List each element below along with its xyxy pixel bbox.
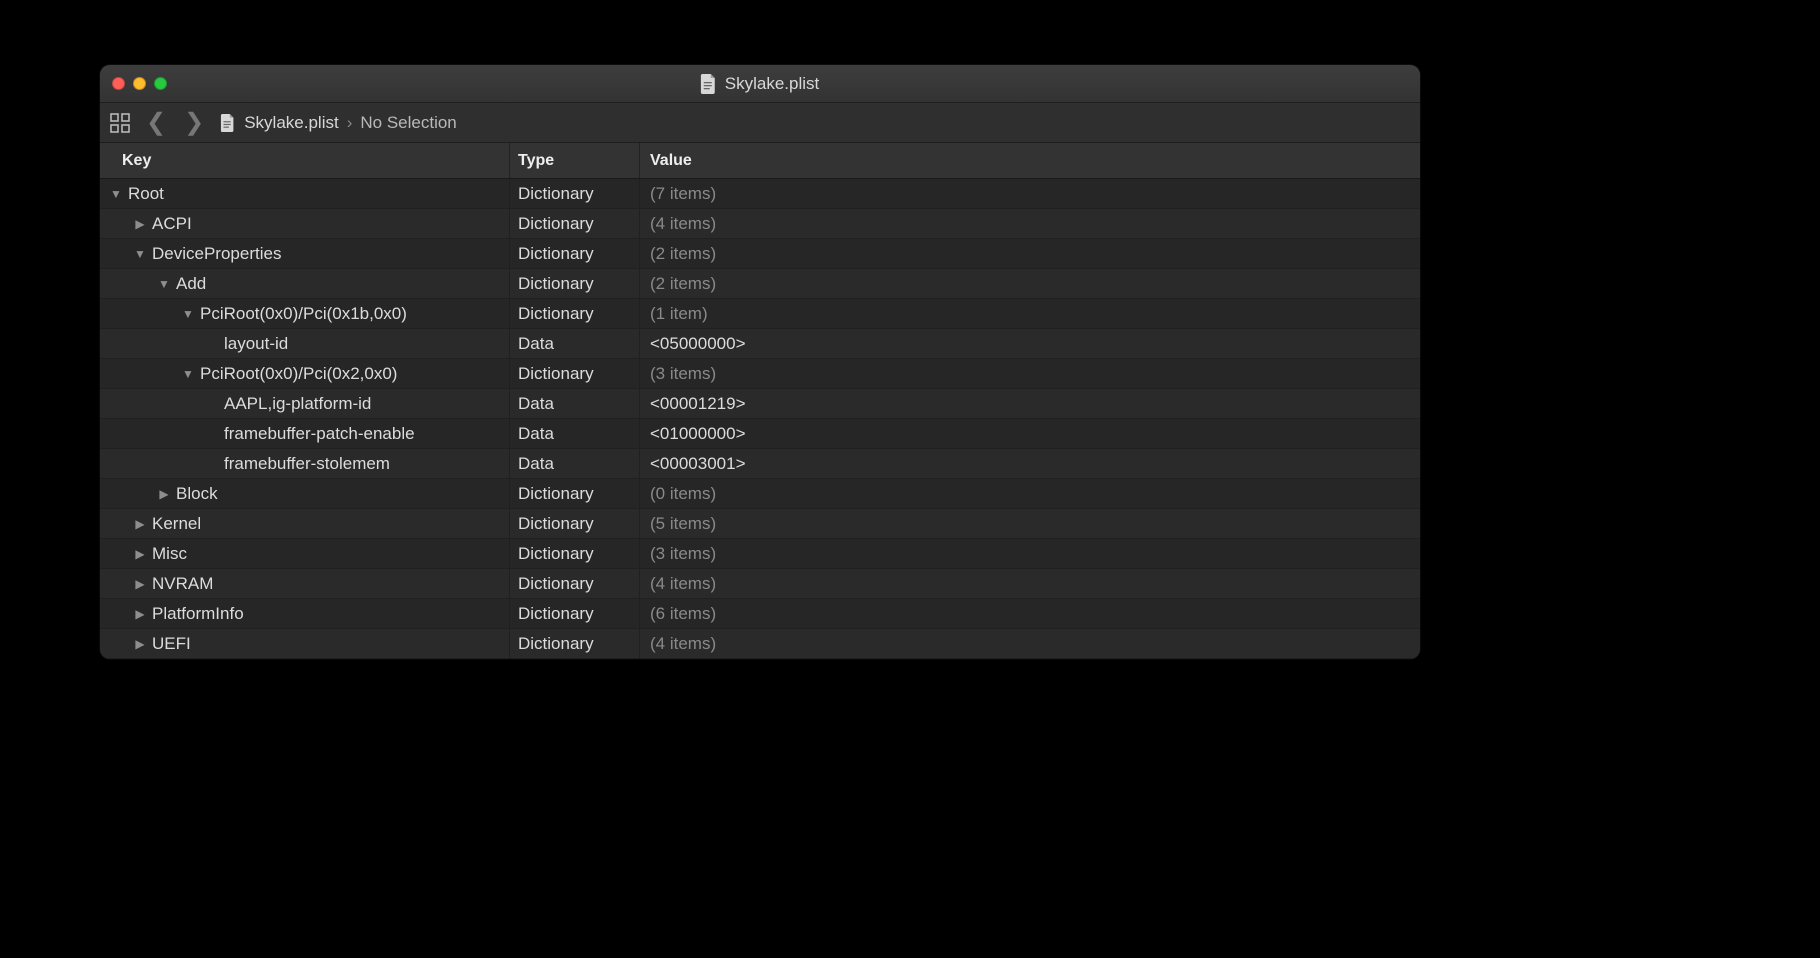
row-type[interactable]: Data	[518, 424, 554, 444]
row-type[interactable]: Dictionary	[518, 364, 594, 384]
row-type[interactable]: Dictionary	[518, 484, 594, 504]
row-key[interactable]: Block	[176, 484, 218, 504]
table-row[interactable]: ▶ PlatformInfo Dictionary (6 items)	[100, 599, 1420, 629]
table-row[interactable]: AAPL,ig-platform-id Data <00001219>	[100, 389, 1420, 419]
column-header-type[interactable]: Type	[510, 143, 640, 178]
column-header-key[interactable]: Key	[100, 143, 510, 178]
column-header-value[interactable]: Value	[640, 143, 1420, 178]
row-type[interactable]: Dictionary	[518, 514, 594, 534]
row-type[interactable]: Dictionary	[518, 244, 594, 264]
document-icon	[701, 74, 717, 94]
breadcrumb-selection[interactable]: No Selection	[360, 113, 456, 133]
row-key[interactable]: Kernel	[152, 514, 201, 534]
table-row[interactable]: ▼ PciRoot(0x0)/Pci(0x1b,0x0) Dictionary (1 …	[100, 299, 1420, 329]
row-value[interactable]: (5 items)	[650, 514, 716, 534]
disclosure-closed-icon[interactable]: ▶	[158, 487, 170, 501]
disclosure-open-icon[interactable]: ▼	[182, 307, 194, 321]
row-key[interactable]: PciRoot(0x0)/Pci(0x1b,0x0)	[200, 304, 407, 324]
close-button[interactable]	[112, 77, 125, 90]
disclosure-closed-icon[interactable]: ▶	[134, 637, 146, 651]
row-value[interactable]: (4 items)	[650, 634, 716, 654]
row-type[interactable]: Dictionary	[518, 304, 594, 324]
row-key[interactable]: NVRAM	[152, 574, 213, 594]
table-row[interactable]: framebuffer-patch-enable Data <01000000>	[100, 419, 1420, 449]
row-value[interactable]: (2 items)	[650, 274, 716, 294]
disclosure-closed-icon[interactable]: ▶	[134, 217, 146, 231]
breadcrumb-file[interactable]: Skylake.plist	[244, 113, 338, 133]
column-header-row: Key Type Value	[100, 143, 1420, 179]
disclosure-open-icon[interactable]: ▼	[158, 277, 170, 291]
disclosure-closed-icon[interactable]: ▶	[134, 607, 146, 621]
table-row[interactable]: ▼ Root Dictionary (7 items)	[100, 179, 1420, 209]
row-key[interactable]: UEFI	[152, 634, 191, 654]
row-key[interactable]: Misc	[152, 544, 187, 564]
row-value[interactable]: (4 items)	[650, 574, 716, 594]
disclosure-open-icon[interactable]: ▼	[110, 187, 122, 201]
row-type[interactable]: Dictionary	[518, 574, 594, 594]
row-key[interactable]: DeviceProperties	[152, 244, 281, 264]
table-row[interactable]: ▶ Kernel Dictionary (5 items)	[100, 509, 1420, 539]
row-key[interactable]: AAPL,ig-platform-id	[224, 394, 371, 414]
row-type[interactable]: Dictionary	[518, 184, 594, 204]
minimize-button[interactable]	[133, 77, 146, 90]
row-type[interactable]: Data	[518, 454, 554, 474]
row-value[interactable]: (3 items)	[650, 544, 716, 564]
table-row[interactable]: ▶ Block Dictionary (0 items)	[100, 479, 1420, 509]
table-row[interactable]: ▶ UEFI Dictionary (4 items)	[100, 629, 1420, 659]
row-key[interactable]: Root	[128, 184, 164, 204]
document-icon	[221, 114, 235, 132]
row-value[interactable]: <00003001>	[650, 454, 746, 474]
row-value[interactable]: (0 items)	[650, 484, 716, 504]
row-key[interactable]: PlatformInfo	[152, 604, 244, 624]
row-value[interactable]: (1 item)	[650, 304, 708, 324]
row-value[interactable]: <01000000>	[650, 424, 746, 444]
nav-back-button[interactable]: ❮	[144, 111, 168, 135]
table-row[interactable]: framebuffer-stolemem Data <00003001>	[100, 449, 1420, 479]
traffic-lights	[112, 77, 167, 90]
breadcrumb: Skylake.plist › No Selection	[220, 113, 457, 133]
row-value[interactable]: (6 items)	[650, 604, 716, 624]
related-items-icon[interactable]	[110, 113, 130, 133]
row-type[interactable]: Dictionary	[518, 634, 594, 654]
table-row[interactable]: ▶ NVRAM Dictionary (4 items)	[100, 569, 1420, 599]
row-key[interactable]: ACPI	[152, 214, 192, 234]
row-type[interactable]: Dictionary	[518, 274, 594, 294]
row-value[interactable]: (2 items)	[650, 244, 716, 264]
row-key[interactable]: Add	[176, 274, 206, 294]
row-type[interactable]: Dictionary	[518, 544, 594, 564]
titlebar[interactable]: Skylake.plist	[100, 65, 1420, 103]
row-key[interactable]: PciRoot(0x0)/Pci(0x2,0x0)	[200, 364, 397, 384]
table-row[interactable]: ▼ Add Dictionary (2 items)	[100, 269, 1420, 299]
table-row[interactable]: ▼ PciRoot(0x0)/Pci(0x2,0x0) Dictionary (3 i…	[100, 359, 1420, 389]
row-value[interactable]: (7 items)	[650, 184, 716, 204]
plist-rows: ▼ Root Dictionary (7 items) ▶ ACPI Dictionary (…	[100, 179, 1420, 659]
chevron-right-icon: ›	[347, 113, 353, 133]
row-value[interactable]: <00001219>	[650, 394, 746, 414]
disclosure-closed-icon[interactable]: ▶	[134, 577, 146, 591]
row-type[interactable]: Dictionary	[518, 214, 594, 234]
nav-forward-button[interactable]: ❯	[182, 111, 206, 135]
row-value[interactable]: (3 items)	[650, 364, 716, 384]
table-row[interactable]: ▼ DeviceProperties Dictionary (2 items)	[100, 239, 1420, 269]
table-row[interactable]: ▶ Misc Dictionary (3 items)	[100, 539, 1420, 569]
row-key[interactable]: layout-id	[224, 334, 288, 354]
table-row[interactable]: ▶ ACPI Dictionary (4 items)	[100, 209, 1420, 239]
window-title-text: Skylake.plist	[725, 74, 819, 94]
row-type[interactable]: Data	[518, 334, 554, 354]
row-key[interactable]: framebuffer-stolemem	[224, 454, 390, 474]
disclosure-closed-icon[interactable]: ▶	[134, 547, 146, 561]
row-value[interactable]: (4 items)	[650, 214, 716, 234]
row-value[interactable]: <05000000>	[650, 334, 746, 354]
row-type[interactable]: Dictionary	[518, 604, 594, 624]
table-row[interactable]: layout-id Data <05000000>	[100, 329, 1420, 359]
disclosure-closed-icon[interactable]: ▶	[134, 517, 146, 531]
zoom-button[interactable]	[154, 77, 167, 90]
plist-editor-window: Skylake.plist ❮ ❯ Skylake.plist › No Sel…	[100, 65, 1420, 659]
disclosure-open-icon[interactable]: ▼	[134, 247, 146, 261]
window-title: Skylake.plist	[701, 74, 819, 94]
row-key[interactable]: framebuffer-patch-enable	[224, 424, 415, 444]
toolbar: ❮ ❯ Skylake.plist › No Selection	[100, 103, 1420, 143]
row-type[interactable]: Data	[518, 394, 554, 414]
disclosure-open-icon[interactable]: ▼	[182, 367, 194, 381]
